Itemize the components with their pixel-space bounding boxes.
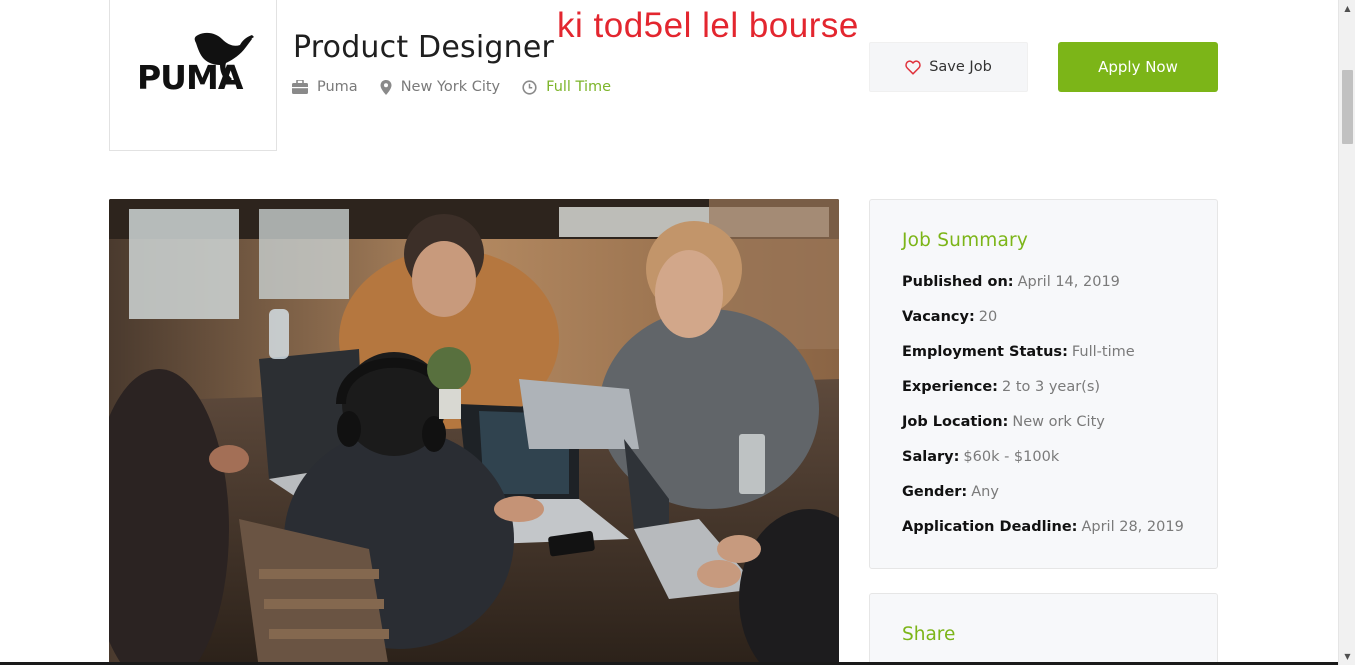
job-type-label: Full Time	[546, 79, 612, 95]
job-summary-card: Job Summary Published on: April 14, 2019 …	[869, 199, 1218, 569]
job-summary-heading: Job Summary	[902, 230, 1029, 251]
company-logo: PUMA	[109, 0, 277, 151]
summary-value: April 14, 2019	[1017, 274, 1120, 290]
job-meta: Puma New York City Full Time	[292, 79, 633, 95]
summary-row-deadline: Application Deadline: April 28, 2019	[902, 510, 1217, 545]
vertical-scrollbar[interactable]: ▲ ▼	[1338, 0, 1355, 665]
summary-label: Gender:	[902, 484, 968, 500]
summary-row-experience: Experience: 2 to 3 year(s)	[902, 370, 1217, 405]
summary-row-gender: Gender: Any	[902, 475, 1217, 510]
apply-now-button[interactable]: Apply Now	[1058, 42, 1218, 92]
scrollbar-thumb[interactable]	[1342, 70, 1353, 144]
summary-label: Job Location:	[902, 414, 1009, 430]
map-pin-icon	[380, 79, 392, 95]
summary-value: $60k - $100k	[963, 449, 1060, 465]
puma-logo-text: PUMA	[137, 58, 244, 93]
summary-label: Salary:	[902, 449, 960, 465]
share-card: Share	[869, 593, 1218, 665]
summary-label: Vacancy:	[902, 309, 975, 325]
summary-row-job-location: Job Location: New ork City	[902, 405, 1217, 440]
summary-row-published: Published on: April 14, 2019	[902, 265, 1217, 300]
summary-value: New ork City	[1012, 414, 1105, 430]
summary-value: 2 to 3 year(s)	[1001, 379, 1101, 395]
company-name: Puma	[317, 79, 358, 95]
job-title: Product Designer	[293, 30, 555, 65]
scroll-up-arrow-icon[interactable]: ▲	[1339, 0, 1355, 17]
summary-label: Application Deadline:	[902, 519, 1078, 535]
share-heading: Share	[902, 624, 956, 645]
summary-value: 20	[978, 309, 998, 325]
job-type: Full Time	[522, 79, 611, 95]
puma-logo-icon: PUMA	[137, 32, 254, 93]
save-job-button[interactable]: Save Job	[869, 42, 1028, 92]
job-location: New York City	[380, 79, 500, 95]
summary-label: Experience:	[902, 379, 998, 395]
briefcase-icon	[292, 80, 308, 94]
summary-value: Full-time	[1071, 344, 1135, 360]
summary-row-vacancy: Vacancy: 20	[902, 300, 1217, 335]
job-photo	[109, 199, 839, 665]
save-job-label: Save Job	[929, 59, 992, 75]
summary-value: Any	[971, 484, 999, 500]
summary-label: Published on:	[902, 274, 1014, 290]
summary-row-salary: Salary: $60k - $100k	[902, 440, 1217, 475]
clock-icon	[522, 79, 537, 95]
summary-row-employment-status: Employment Status: Full-time	[902, 335, 1217, 370]
location-name: New York City	[400, 79, 501, 95]
heart-icon	[905, 59, 921, 75]
summary-label: Employment Status:	[902, 344, 1068, 360]
scroll-down-arrow-icon[interactable]: ▼	[1339, 648, 1355, 665]
job-detail-page: PUMA Product Designer Puma New York City	[0, 0, 1338, 665]
summary-value: April 28, 2019	[1081, 519, 1184, 535]
overlay-annotation: ki tod5el lel bourse	[557, 6, 859, 45]
job-company: Puma	[292, 79, 358, 95]
team-working-photo	[109, 199, 839, 665]
